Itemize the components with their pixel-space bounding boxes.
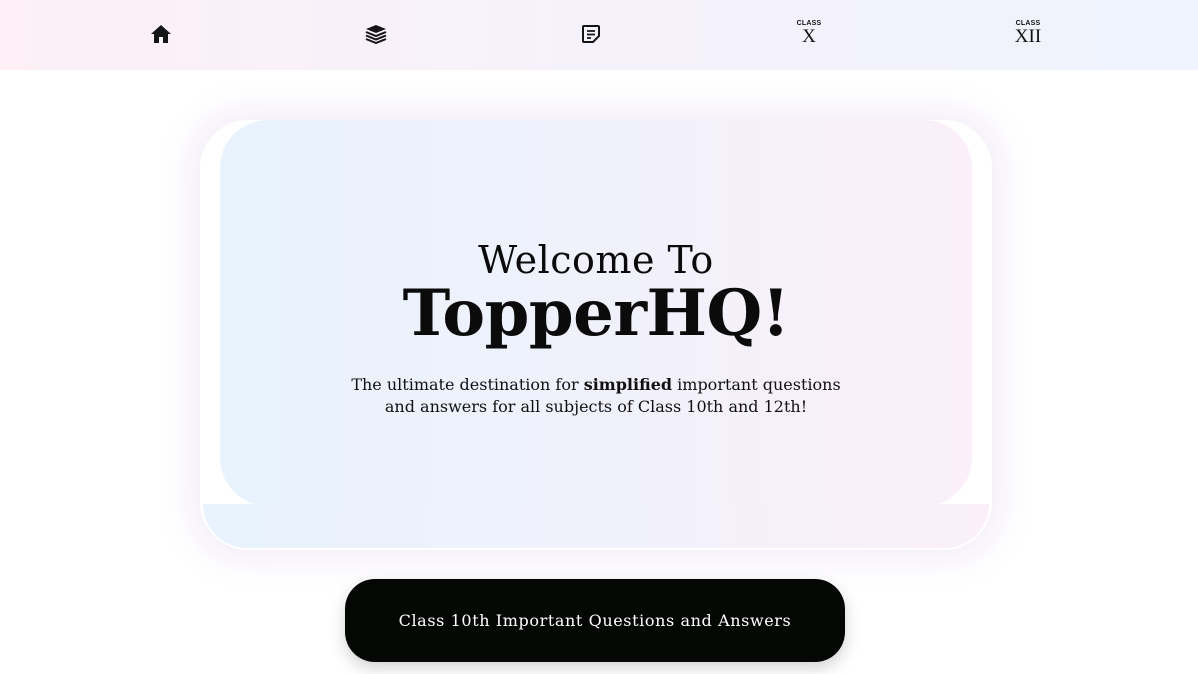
nav-notes-link[interactable] bbox=[573, 20, 609, 48]
top-navigation: CLASS X CLASS XII bbox=[0, 0, 1198, 70]
book-stack-icon bbox=[365, 24, 387, 44]
hero-brand-heading: TopperHQ! bbox=[402, 276, 790, 351]
hero-description: The ultimate destination for simplified … bbox=[340, 374, 852, 418]
class-x-numeral: X bbox=[802, 26, 816, 47]
nav-class-xii-link[interactable]: CLASS XII bbox=[1006, 20, 1050, 50]
class-10th-questions-label: Class 10th Important Questions and Answe… bbox=[398, 611, 792, 630]
hero-section: Welcome To TopperHQ! The ultimate destin… bbox=[200, 120, 992, 550]
note-icon bbox=[581, 24, 601, 44]
hero-desc-bold: simplified bbox=[583, 375, 673, 394]
nav-home-link[interactable] bbox=[143, 20, 179, 48]
class-10th-questions-button[interactable]: Class 10th Important Questions and Answe… bbox=[345, 579, 845, 662]
home-icon bbox=[150, 24, 172, 44]
nav-class-x-link[interactable]: CLASS X bbox=[787, 20, 831, 50]
hero-card-base bbox=[203, 504, 989, 548]
nav-subjects-link[interactable] bbox=[358, 20, 394, 48]
class-xii-numeral: XII bbox=[1014, 26, 1042, 47]
hero-desc-start: The ultimate destination for bbox=[351, 375, 584, 394]
